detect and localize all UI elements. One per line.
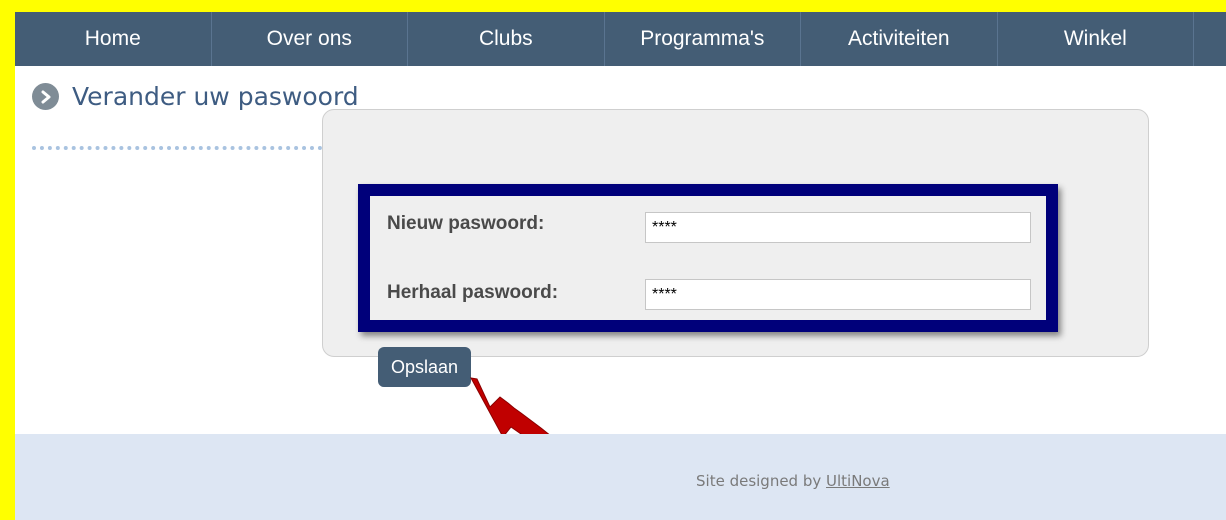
footer-credit-prefix: Site designed by xyxy=(696,472,827,490)
nav-item-clubs[interactable]: Clubs xyxy=(408,12,605,66)
nav-item-over-ons[interactable]: Over ons xyxy=(212,12,409,66)
nav-item-overflow xyxy=(1194,12,1226,66)
repeat-password-label: Herhaal paswoord: xyxy=(387,282,559,303)
new-password-label: Nieuw paswoord: xyxy=(387,213,545,234)
title-divider xyxy=(32,146,370,150)
nav-item-activiteiten[interactable]: Activiteiten xyxy=(801,12,998,66)
main-nav: Home Over ons Clubs Programma's Activite… xyxy=(15,12,1226,66)
screenshot-border-left xyxy=(0,0,15,520)
page-title-text: Verander uw paswoord xyxy=(72,82,359,111)
footer-credit: Site designed by UltiNova xyxy=(696,472,890,490)
nav-item-winkel[interactable]: Winkel xyxy=(998,12,1195,66)
nav-item-programmas[interactable]: Programma's xyxy=(605,12,802,66)
nav-item-home[interactable]: Home xyxy=(15,12,212,66)
screenshot-border-top xyxy=(0,0,1226,12)
new-password-field[interactable] xyxy=(645,212,1031,243)
page-title: Verander uw paswoord xyxy=(32,82,359,111)
save-button[interactable]: Opslaan xyxy=(378,347,471,387)
footer-link-ultinova[interactable]: UltiNova xyxy=(826,472,890,490)
site-footer: Site designed by UltiNova xyxy=(15,434,1226,520)
repeat-password-field[interactable] xyxy=(645,279,1031,310)
arrow-right-circle-icon xyxy=(32,83,59,110)
